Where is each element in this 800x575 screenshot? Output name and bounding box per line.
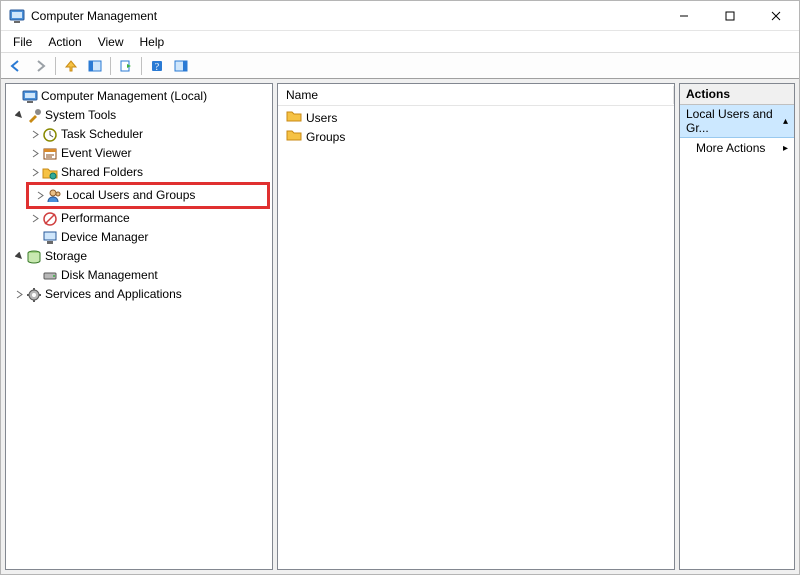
tree-task-scheduler[interactable]: Task Scheduler [6, 125, 272, 144]
tree-system-tools[interactable]: System Tools [6, 106, 272, 125]
folder-icon [286, 108, 302, 127]
toolbar-separator [141, 57, 142, 75]
tree-label: System Tools [45, 106, 116, 125]
services-icon [26, 287, 42, 303]
app-icon [9, 8, 25, 24]
minimize-button[interactable] [661, 1, 707, 31]
expander-placeholder [28, 231, 42, 245]
menu-bar: File Action View Help [1, 31, 799, 53]
actions-item-label: More Actions [696, 141, 765, 155]
tree-disk-management[interactable]: Disk Management [6, 266, 272, 285]
back-button[interactable] [5, 56, 27, 76]
up-button[interactable] [60, 56, 82, 76]
expander-placeholder [28, 269, 42, 283]
list-pane: Name Users Groups [277, 83, 675, 570]
event-viewer-icon [42, 146, 58, 162]
tree-label: Device Manager [61, 228, 148, 247]
expand-icon[interactable] [28, 147, 42, 161]
main-area: Computer Management (Local) System Tools [1, 79, 799, 574]
actions-pane: Actions Local Users and Gr... ▴ More Act… [679, 83, 795, 570]
maximize-button[interactable] [707, 1, 753, 31]
tree-label: Performance [61, 209, 130, 228]
tree-label: Disk Management [61, 266, 158, 285]
menu-file[interactable]: File [5, 33, 40, 51]
list-body: Users Groups [278, 106, 674, 148]
device-manager-icon [42, 230, 58, 246]
console-tree[interactable]: Computer Management (Local) System Tools [6, 84, 272, 307]
expander-icon[interactable] [8, 90, 22, 104]
expand-icon[interactable] [33, 189, 47, 203]
tree-performance[interactable]: Performance [6, 209, 272, 228]
help-button[interactable]: ? [146, 56, 168, 76]
storage-icon [26, 249, 42, 265]
highlight-annotation: Local Users and Groups [26, 182, 270, 209]
tree-label: Services and Applications [45, 285, 182, 304]
folder-icon [286, 127, 302, 146]
title-bar: Computer Management [1, 1, 799, 31]
column-name[interactable]: Name [278, 86, 674, 104]
tree-label: Task Scheduler [61, 125, 143, 144]
toolbar-separator [55, 57, 56, 75]
performance-icon [42, 211, 58, 227]
tree-pane: Computer Management (Local) System Tools [5, 83, 273, 570]
tree-event-viewer[interactable]: Event Viewer [6, 144, 272, 163]
users-groups-icon [47, 188, 63, 204]
tree-label: Local Users and Groups [66, 186, 195, 205]
actions-section-label: Local Users and Gr... [686, 107, 783, 135]
menu-help[interactable]: Help [132, 33, 173, 51]
computer-management-icon [22, 89, 38, 105]
expand-icon[interactable] [12, 288, 26, 302]
actions-more-actions[interactable]: More Actions ▸ [680, 138, 794, 158]
list-item-groups[interactable]: Groups [282, 127, 670, 146]
list-item-label: Groups [306, 130, 345, 144]
menu-view[interactable]: View [90, 33, 132, 51]
collapse-icon[interactable] [12, 109, 26, 123]
list-item-users[interactable]: Users [282, 108, 670, 127]
tree-device-manager[interactable]: Device Manager [6, 228, 272, 247]
menu-action[interactable]: Action [40, 33, 89, 51]
tree-services-apps[interactable]: Services and Applications [6, 285, 272, 304]
tree-label: Storage [45, 247, 87, 266]
tree-label: Event Viewer [61, 144, 131, 163]
window-title: Computer Management [31, 9, 157, 23]
collapse-icon[interactable] [12, 250, 26, 264]
expand-icon[interactable] [28, 128, 42, 142]
actions-header: Actions [680, 84, 794, 105]
show-hide-action-pane-button[interactable] [170, 56, 192, 76]
forward-button[interactable] [29, 56, 51, 76]
expand-icon[interactable] [28, 166, 42, 180]
clock-icon [42, 127, 58, 143]
tree-storage[interactable]: Storage [6, 247, 272, 266]
toolbar-separator [110, 57, 111, 75]
submenu-arrow-icon: ▸ [783, 143, 788, 154]
shared-folder-icon [42, 165, 58, 181]
disk-icon [42, 268, 58, 284]
tree-local-users-groups[interactable]: Local Users and Groups [29, 185, 267, 206]
close-button[interactable] [753, 1, 799, 31]
tree-root[interactable]: Computer Management (Local) [6, 87, 272, 106]
tree-shared-folders[interactable]: Shared Folders [6, 163, 272, 182]
toolbar: ? [1, 53, 799, 79]
export-button[interactable] [115, 56, 137, 76]
list-item-label: Users [306, 111, 337, 125]
tools-icon [26, 108, 42, 124]
svg-text:?: ? [155, 62, 160, 73]
actions-section[interactable]: Local Users and Gr... ▴ [680, 105, 794, 138]
show-hide-tree-button[interactable] [84, 56, 106, 76]
collapse-arrow-icon: ▴ [783, 116, 788, 127]
expand-icon[interactable] [28, 212, 42, 226]
tree-label: Computer Management (Local) [41, 87, 207, 106]
tree-label: Shared Folders [61, 163, 143, 182]
list-header: Name [278, 84, 674, 106]
